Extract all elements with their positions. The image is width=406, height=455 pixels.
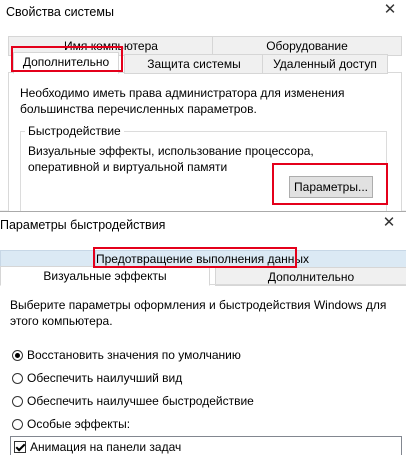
visual-effects-description: Выберите параметры оформления и быстроде…	[10, 298, 387, 328]
tab-label: Оборудование	[266, 39, 348, 53]
performance-group-caption: Быстродействие	[25, 124, 124, 138]
tab-label: Защита системы	[147, 57, 241, 71]
effect-item-taskbar-animation[interactable]: Анимация на панели задач	[14, 440, 181, 454]
radio-label: Особые эффекты:	[27, 417, 131, 431]
effects-list[interactable]: Анимация на панели задач	[10, 436, 402, 455]
radio-button[interactable]	[12, 372, 23, 384]
radio-button[interactable]	[12, 349, 23, 361]
checkbox[interactable]	[14, 441, 26, 453]
system-properties-window: Свойства системы ✕ Имя компьютера Оборуд…	[0, 0, 406, 214]
performance-options-window: Параметры быстродействия ✕ Предотвращени…	[0, 211, 406, 455]
radio-option-best-performance[interactable]: Обеспечить наилучшее быстродействие	[12, 394, 254, 408]
radio-option-default[interactable]: Восстановить значения по умолчанию	[12, 348, 241, 362]
window-title: Параметры быстродействия	[0, 218, 166, 232]
tab-visual-effects[interactable]: Визуальные эффекты	[0, 266, 210, 286]
admin-info-text: Необходимо иметь права администратора дл…	[20, 86, 345, 116]
radio-button[interactable]	[12, 418, 23, 430]
tab-hardware[interactable]: Оборудование	[212, 36, 402, 56]
tab-system-protection[interactable]: Защита системы	[124, 54, 264, 74]
close-icon[interactable]: ✕	[378, 215, 400, 233]
radio-label: Обеспечить наилучший вид	[27, 371, 183, 385]
tab-label: Дополнительно	[267, 270, 355, 284]
radio-option-best-appearance[interactable]: Обеспечить наилучший вид	[12, 371, 182, 385]
tab-remote[interactable]: Удаленный доступ	[262, 54, 388, 74]
effect-label: Анимация на панели задач	[30, 440, 182, 454]
window-title: Свойства системы	[6, 5, 114, 19]
highlight-frame	[272, 163, 388, 205]
radio-option-custom[interactable]: Особые эффекты:	[12, 417, 130, 431]
highlight-frame	[11, 46, 123, 72]
close-icon[interactable]: ✕	[380, 2, 400, 20]
radio-label: Восстановить значения по умолчанию	[27, 348, 241, 362]
radio-button[interactable]	[12, 395, 23, 407]
tab-label: Визуальные эффекты	[43, 269, 167, 283]
radio-label: Обеспечить наилучшее быстродействие	[27, 394, 254, 408]
tab-label: Удаленный доступ	[273, 57, 377, 71]
highlight-frame	[93, 247, 297, 268]
